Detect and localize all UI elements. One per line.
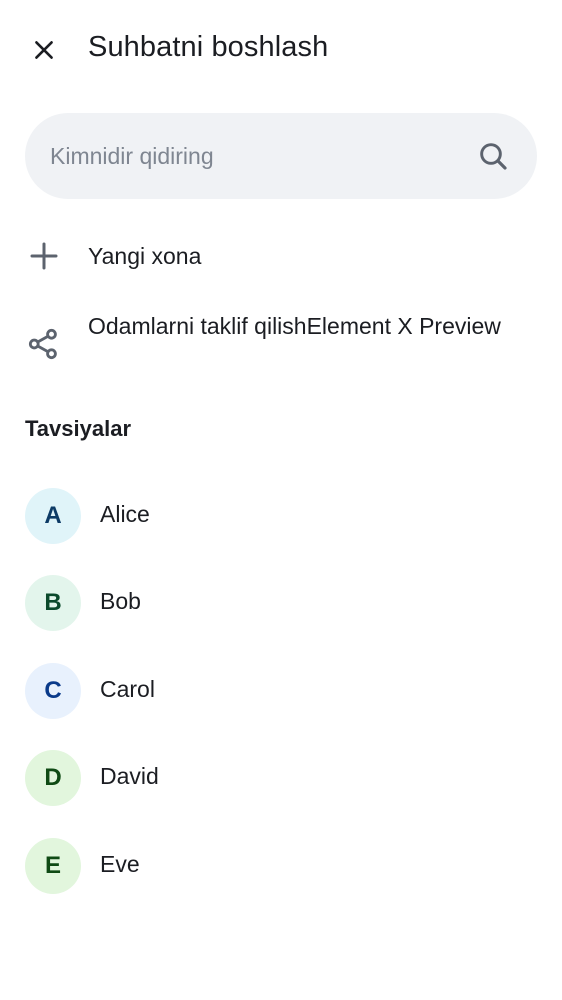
search-icon[interactable] xyxy=(477,140,509,172)
plus-icon xyxy=(30,242,58,270)
suggestions-heading: Tavsiyalar xyxy=(25,416,132,441)
page-title: Suhbatni boshlash xyxy=(88,31,329,63)
new-room-button[interactable]: Yangi xona xyxy=(0,226,562,286)
invite-people-button[interactable]: Odamlarni taklif qilishElement X Preview xyxy=(0,306,562,382)
new-room-label: Yangi xona xyxy=(88,243,202,269)
avatar: B xyxy=(25,575,81,631)
share-icon xyxy=(28,328,57,360)
contact-name: Carol xyxy=(100,676,155,702)
contact-name: Alice xyxy=(100,501,150,527)
close-button[interactable] xyxy=(24,30,64,70)
contact-row[interactable]: B Bob xyxy=(0,563,562,643)
contact-name: Bob xyxy=(100,588,141,614)
invite-people-label: Odamlarni taklif qilishElement X Preview xyxy=(88,313,501,339)
top-app-bar: Suhbatni boshlash xyxy=(0,0,562,100)
avatar: D xyxy=(25,750,81,806)
contact-row[interactable]: D David xyxy=(0,738,562,818)
search-input[interactable] xyxy=(50,113,470,199)
avatar: E xyxy=(25,838,81,894)
close-icon xyxy=(35,41,53,59)
avatar: C xyxy=(25,663,81,719)
contact-name: David xyxy=(100,763,159,789)
contact-row[interactable]: C Carol xyxy=(0,651,562,731)
contact-row[interactable]: A Alice xyxy=(0,476,562,556)
contact-name: Eve xyxy=(100,851,140,877)
contact-row[interactable]: E Eve xyxy=(0,826,562,906)
avatar: A xyxy=(25,488,81,544)
search-bar[interactable] xyxy=(25,113,537,199)
